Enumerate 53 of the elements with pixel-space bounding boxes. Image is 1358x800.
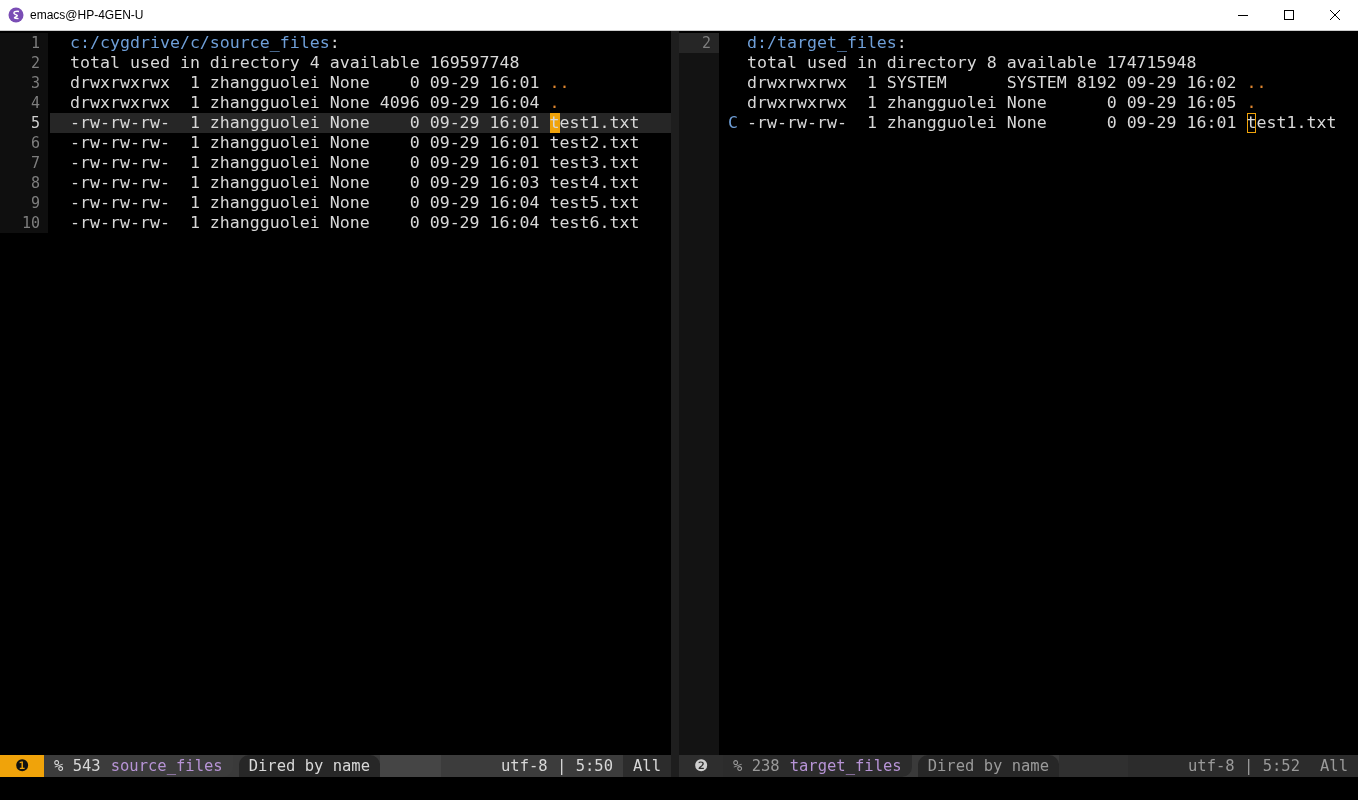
directory-name[interactable]: . bbox=[549, 93, 560, 112]
close-icon bbox=[1329, 9, 1341, 21]
path-colon: : bbox=[329, 33, 340, 53]
copy-mark: C bbox=[728, 113, 738, 132]
directory-name[interactable]: .. bbox=[1246, 73, 1267, 92]
file-name[interactable]: test3.txt bbox=[549, 153, 640, 172]
file-name[interactable]: test2.txt bbox=[549, 133, 640, 152]
file-attributes: drwxrwxrwx 1 zhangguolei None 0 09-29 16:01 bbox=[70, 73, 540, 93]
line-number: 9 bbox=[30, 194, 41, 212]
file-name[interactable]: test5.txt bbox=[549, 193, 640, 212]
file-attributes: -rw-rw-rw- 1 zhangguolei None 0 09-29 16:04 bbox=[70, 213, 540, 233]
buffer-name: source_files bbox=[110, 756, 223, 777]
directory-path: c:/cygdrive/c/source_files bbox=[70, 33, 330, 53]
file-attributes: -rw-rw-rw- 1 zhangguolei None 0 09-29 16:01 bbox=[70, 153, 540, 173]
scroll-position: All bbox=[1310, 755, 1358, 777]
file-attributes: -rw-rw-rw- 1 zhangguolei None 0 09-29 16:01 bbox=[747, 113, 1237, 133]
line-number: 5 bbox=[30, 114, 41, 132]
directory-summary: total used in directory 4 available 169597748 bbox=[70, 53, 520, 73]
directory-name[interactable]: .. bbox=[549, 73, 570, 92]
window-number: ❶ bbox=[0, 755, 44, 777]
file-attributes: drwxrwxrwx 1 zhangguolei None 4096 09-29 16:04 bbox=[70, 93, 540, 113]
buffer-name: target_files bbox=[789, 756, 902, 777]
line-number: 3 bbox=[30, 74, 41, 92]
file-attributes: -rw-rw-rw- 1 zhangguolei None 0 09-29 16:04 bbox=[70, 193, 540, 213]
major-mode: Dired by name bbox=[238, 755, 380, 777]
buffer-size: % 543 bbox=[54, 756, 101, 777]
line-number: 10 bbox=[21, 214, 41, 232]
line-number: 7 bbox=[30, 154, 41, 172]
file-attributes: drwxrwxrwx 1 zhangguolei None 0 09-29 16:05 bbox=[747, 93, 1237, 113]
line-number: 8 bbox=[30, 174, 41, 192]
directory-summary: total used in directory 8 available 174715948 bbox=[747, 53, 1197, 73]
line-number: 2 bbox=[701, 34, 712, 52]
line-number: 6 bbox=[30, 134, 41, 152]
scroll-position: All bbox=[623, 755, 671, 777]
window-number: ❷ bbox=[679, 755, 723, 777]
encoding-position: utf-8 | 5:52 bbox=[1128, 755, 1310, 777]
file-attributes: drwxrwxrwx 1 SYSTEM SYSTEM 8192 09-29 16:02 bbox=[747, 73, 1237, 93]
file-name[interactable]: test4.txt bbox=[549, 173, 640, 192]
file-attributes: -rw-rw-rw- 1 zhangguolei None 0 09-29 16:03 bbox=[70, 173, 540, 193]
major-mode: Dired by name bbox=[917, 755, 1059, 777]
buffer-size: % 238 bbox=[733, 756, 780, 777]
line-number: 1 bbox=[30, 34, 41, 52]
emacs-logo-icon bbox=[8, 7, 24, 23]
file-name[interactable]: test6.txt bbox=[549, 213, 640, 232]
maximize-icon bbox=[1283, 9, 1295, 21]
line-number: 4 bbox=[30, 94, 41, 112]
file-attributes: -rw-rw-rw- 1 zhangguolei None 0 09-29 16:01 bbox=[70, 133, 540, 153]
directory-name[interactable]: . bbox=[1246, 93, 1257, 112]
window-title: emacs@HP-4GEN-U bbox=[30, 8, 144, 22]
file-attributes: -rw-rw-rw- 1 zhangguolei None 0 09-29 16:01 bbox=[70, 113, 540, 133]
path-colon: : bbox=[896, 33, 907, 53]
line-number: 2 bbox=[30, 54, 41, 72]
directory-path: d:/target_files bbox=[747, 33, 897, 53]
